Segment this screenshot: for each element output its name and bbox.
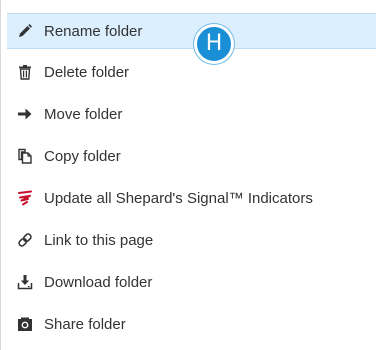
shepards-signal-icon	[17, 190, 33, 206]
step-badge: H	[194, 24, 234, 64]
trash-icon	[17, 64, 33, 80]
link-to-page-item[interactable]: Link to this page	[7, 222, 376, 258]
update-shepards-signal-item[interactable]: Update all Shepard's Signal™ Indicators	[7, 180, 376, 216]
link-icon	[17, 232, 33, 248]
arrow-right-icon	[17, 106, 33, 122]
copy-icon	[17, 148, 33, 164]
menu-item-label: Copy folder	[44, 147, 121, 165]
rename-folder-item[interactable]: Rename folder	[7, 13, 376, 49]
menu-item-label: Link to this page	[44, 231, 154, 249]
pencil-icon	[17, 23, 33, 39]
menu-item-label: Move folder	[44, 105, 123, 123]
download-folder-item[interactable]: Download folder	[7, 264, 376, 300]
menu-item-label: Delete folder	[44, 63, 130, 81]
menu-item-label: Share folder	[44, 315, 126, 333]
share-folder-item[interactable]: Share folder	[7, 306, 376, 342]
menu-item-label: Download folder	[44, 273, 153, 291]
download-icon	[17, 274, 33, 290]
menu-item-label: Rename folder	[44, 22, 143, 40]
menu-item-label: Update all Shepard's Signal™ Indicators	[44, 189, 313, 207]
delete-folder-item[interactable]: Delete folder	[7, 54, 376, 90]
share-icon	[17, 316, 33, 332]
folder-actions-menu: Rename folder Delete folder Move folder	[0, 0, 376, 350]
move-folder-item[interactable]: Move folder	[7, 96, 376, 132]
copy-folder-item[interactable]: Copy folder	[7, 138, 376, 174]
